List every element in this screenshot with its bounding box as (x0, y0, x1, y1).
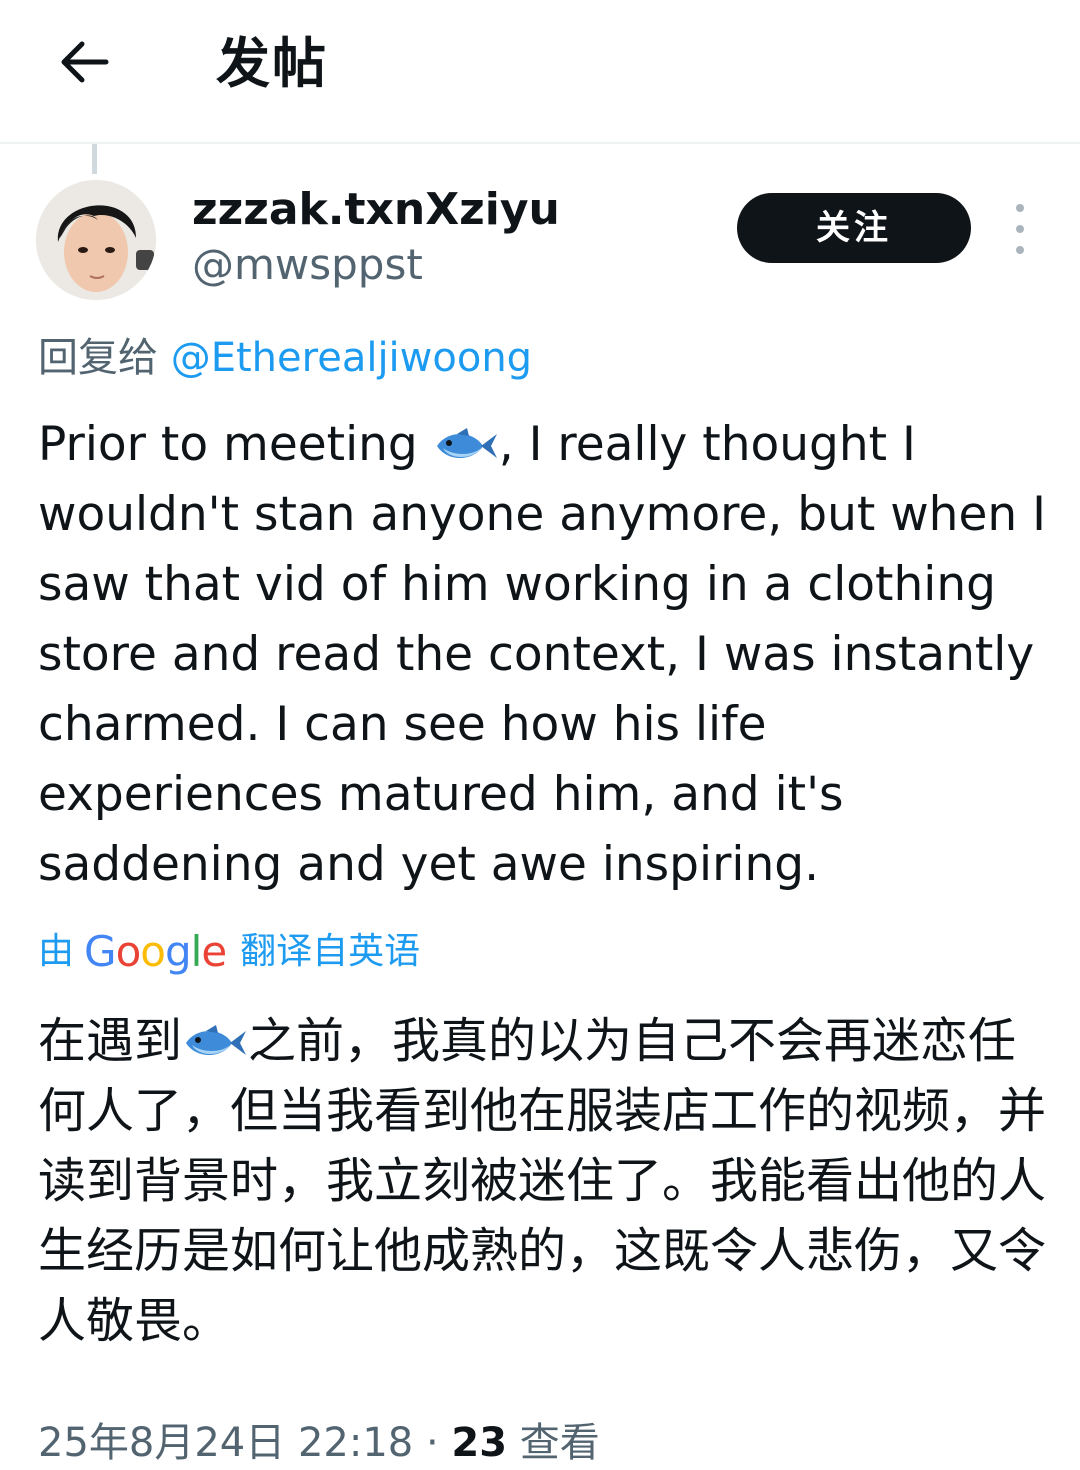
page-title: 发帖 (216, 32, 328, 95)
translated-text-start: 在遇到 (38, 1013, 183, 1069)
translation-by-prefix: 由 (38, 931, 75, 972)
more-vertical-icon (1016, 204, 1024, 212)
top-bar: 发帖 (0, 0, 1080, 144)
views-count: 23 (451, 1420, 508, 1466)
more-vertical-icon-dot (1016, 246, 1024, 254)
translation-attribution[interactable]: 由 Google 翻译自英语 (38, 922, 420, 982)
google-logo: Google (84, 927, 227, 976)
views-label: 查看 (507, 1420, 600, 1466)
tweet-body: Prior to meeting , I really thought I wo… (38, 410, 1048, 900)
tweet-text-rest: , I really thought I wouldn't stan anyon… (38, 417, 1046, 892)
translation-by-suffix: 翻译自英语 (240, 931, 421, 972)
tweet-timestamp[interactable]: 25年8月24日 22:18 · (38, 1420, 451, 1466)
back-button[interactable] (52, 30, 116, 94)
fish-emoji-icon (186, 1025, 247, 1055)
tweet-text-start: Prior to meeting (38, 417, 433, 472)
arrow-left-icon (61, 41, 109, 83)
avatar[interactable] (36, 180, 156, 300)
tweet-meta: 25年8月24日 22:18 · 23 查看 (38, 1416, 600, 1470)
reply-to-line: 回复给 @Etherealjiwoong (38, 330, 532, 386)
thread-connector-line (92, 144, 97, 174)
reply-mention-link[interactable]: @Etherealjiwoong (171, 335, 532, 381)
reply-prefix: 回复给 (38, 335, 171, 381)
more-vertical-icon-dot (1016, 225, 1024, 233)
translated-text-rest: 之前，我真的以为自己不会再迷恋任何人了，但当我看到他在服装店工作的视频，并读到背… (38, 1013, 1047, 1349)
author-handle[interactable]: @mwsppst (192, 240, 423, 290)
user-avatar-photo (36, 180, 156, 300)
author-display-name[interactable]: zzzak.txnXziyu (192, 184, 560, 236)
fish-emoji-icon (436, 428, 497, 458)
more-options-button[interactable] (1000, 204, 1040, 254)
follow-button[interactable]: 关注 (737, 193, 971, 263)
translated-tweet-body: 在遇到 之前，我真的以为自己不会再迷恋任何人了，但当我看到他在服装店工作的视频，… (38, 1006, 1048, 1356)
